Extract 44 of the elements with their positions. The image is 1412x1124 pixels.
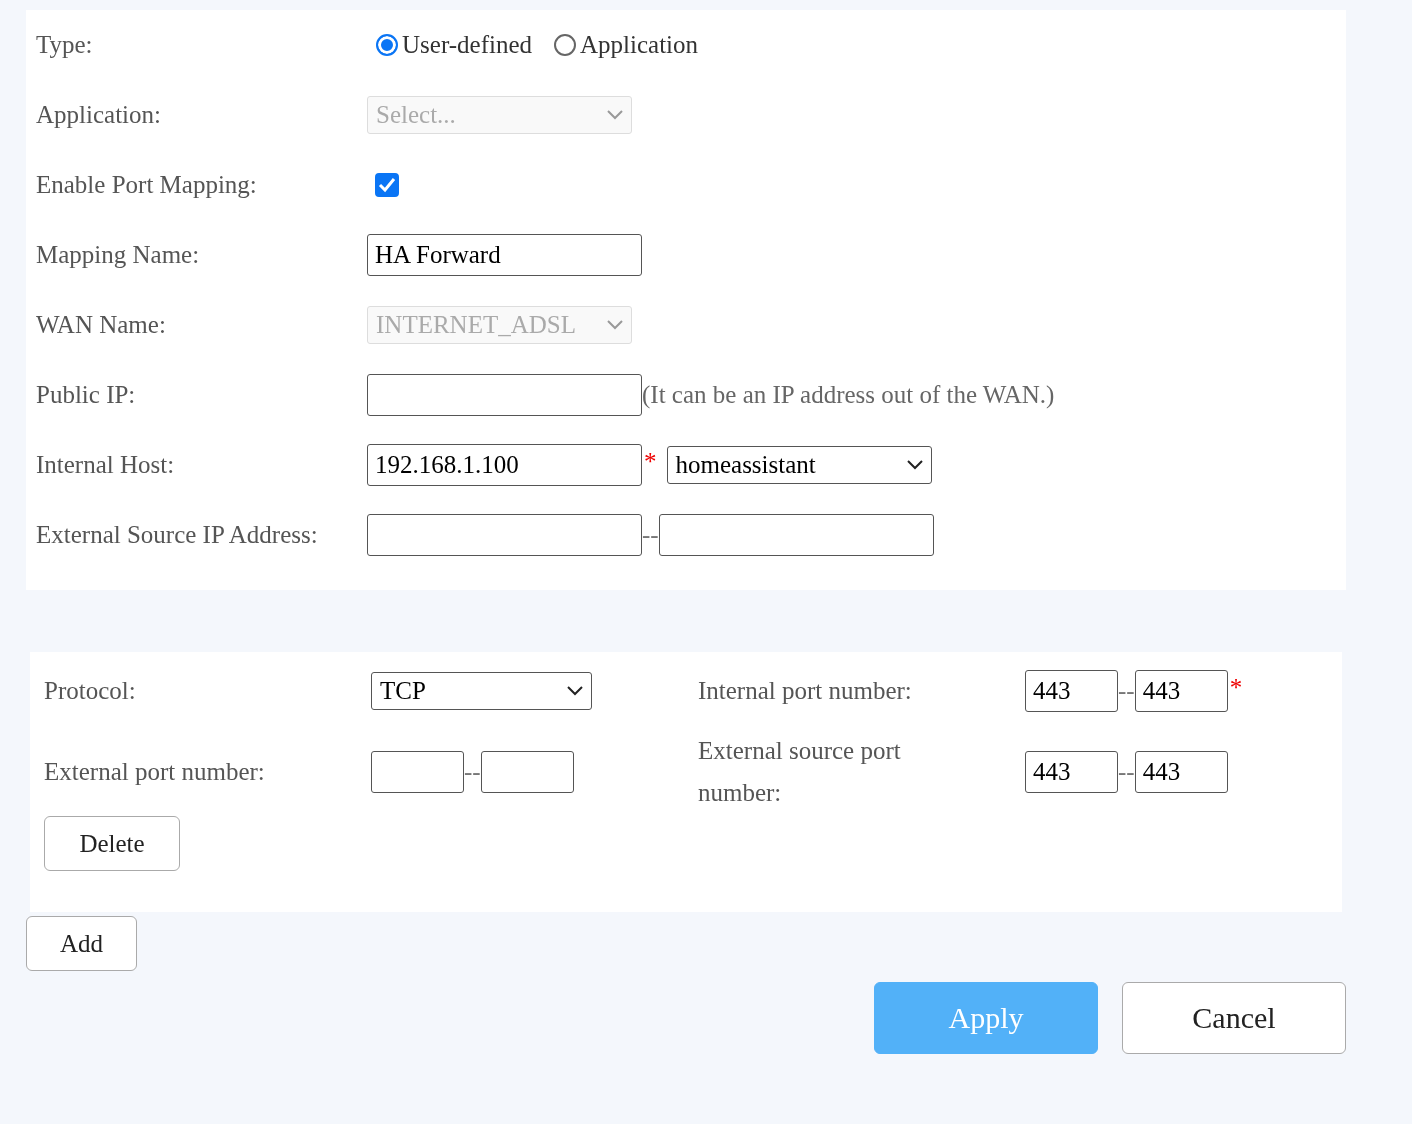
- input-field[interactable]: [367, 514, 642, 556]
- input-field[interactable]: [480, 751, 574, 793]
- input-field[interactable]: [367, 374, 642, 416]
- dropdown[interactable]: TCP: [371, 672, 592, 710]
- input-field[interactable]: 443: [1025, 670, 1118, 712]
- add-button[interactable]: Add: [26, 916, 137, 971]
- chevron-icon: [607, 110, 623, 120]
- field-label: Enable Port Mapping:: [36, 171, 258, 199]
- field-label: External Source IP Address:: [36, 521, 319, 549]
- checkbox[interactable]: [375, 173, 399, 197]
- field-label: Application:: [36, 101, 162, 129]
- field-label: WAN Name:: [36, 311, 167, 339]
- chevron-icon: [567, 686, 583, 696]
- field-label: Type:: [36, 31, 94, 59]
- radio-label[interactable]: Application: [580, 31, 699, 59]
- dropdown[interactable]: homeassistant: [666, 446, 932, 484]
- field-label: Mapping Name:: [36, 241, 201, 269]
- field-label: Internal Host:: [36, 451, 176, 479]
- range-separator: --: [1118, 677, 1135, 705]
- delete-button[interactable]: Delete: [44, 816, 180, 871]
- range-separator: --: [642, 521, 659, 549]
- field-label: Internal port number:: [698, 677, 913, 705]
- input-field[interactable]: 443: [1025, 751, 1118, 793]
- field-label: Protocol:: [44, 677, 137, 705]
- hint-text: (It can be an IP address out of the WAN.): [642, 381, 1055, 409]
- field-label: External port number:: [44, 758, 266, 786]
- input-field[interactable]: 443: [1134, 751, 1228, 793]
- chevron-icon: [906, 460, 923, 470]
- range-separator: --: [464, 758, 481, 786]
- field-label: Public IP:: [36, 381, 137, 409]
- required-mark: *: [1229, 674, 1243, 702]
- chevron-icon: [607, 320, 623, 330]
- required-mark: *: [644, 448, 657, 476]
- radio-button[interactable]: [376, 34, 398, 56]
- input-field[interactable]: [658, 514, 934, 556]
- radio-button[interactable]: [554, 34, 576, 56]
- input-field[interactable]: 443: [1134, 670, 1228, 712]
- cancel-button[interactable]: Cancel: [1122, 982, 1346, 1054]
- range-separator: --: [1118, 758, 1135, 786]
- field-label: External source port number:: [698, 735, 902, 808]
- radio-label[interactable]: User-defined: [402, 31, 532, 59]
- input-field[interactable]: HA Forward: [367, 234, 642, 276]
- input-field[interactable]: [371, 751, 464, 793]
- input-field[interactable]: 192.168.1.100: [367, 444, 642, 486]
